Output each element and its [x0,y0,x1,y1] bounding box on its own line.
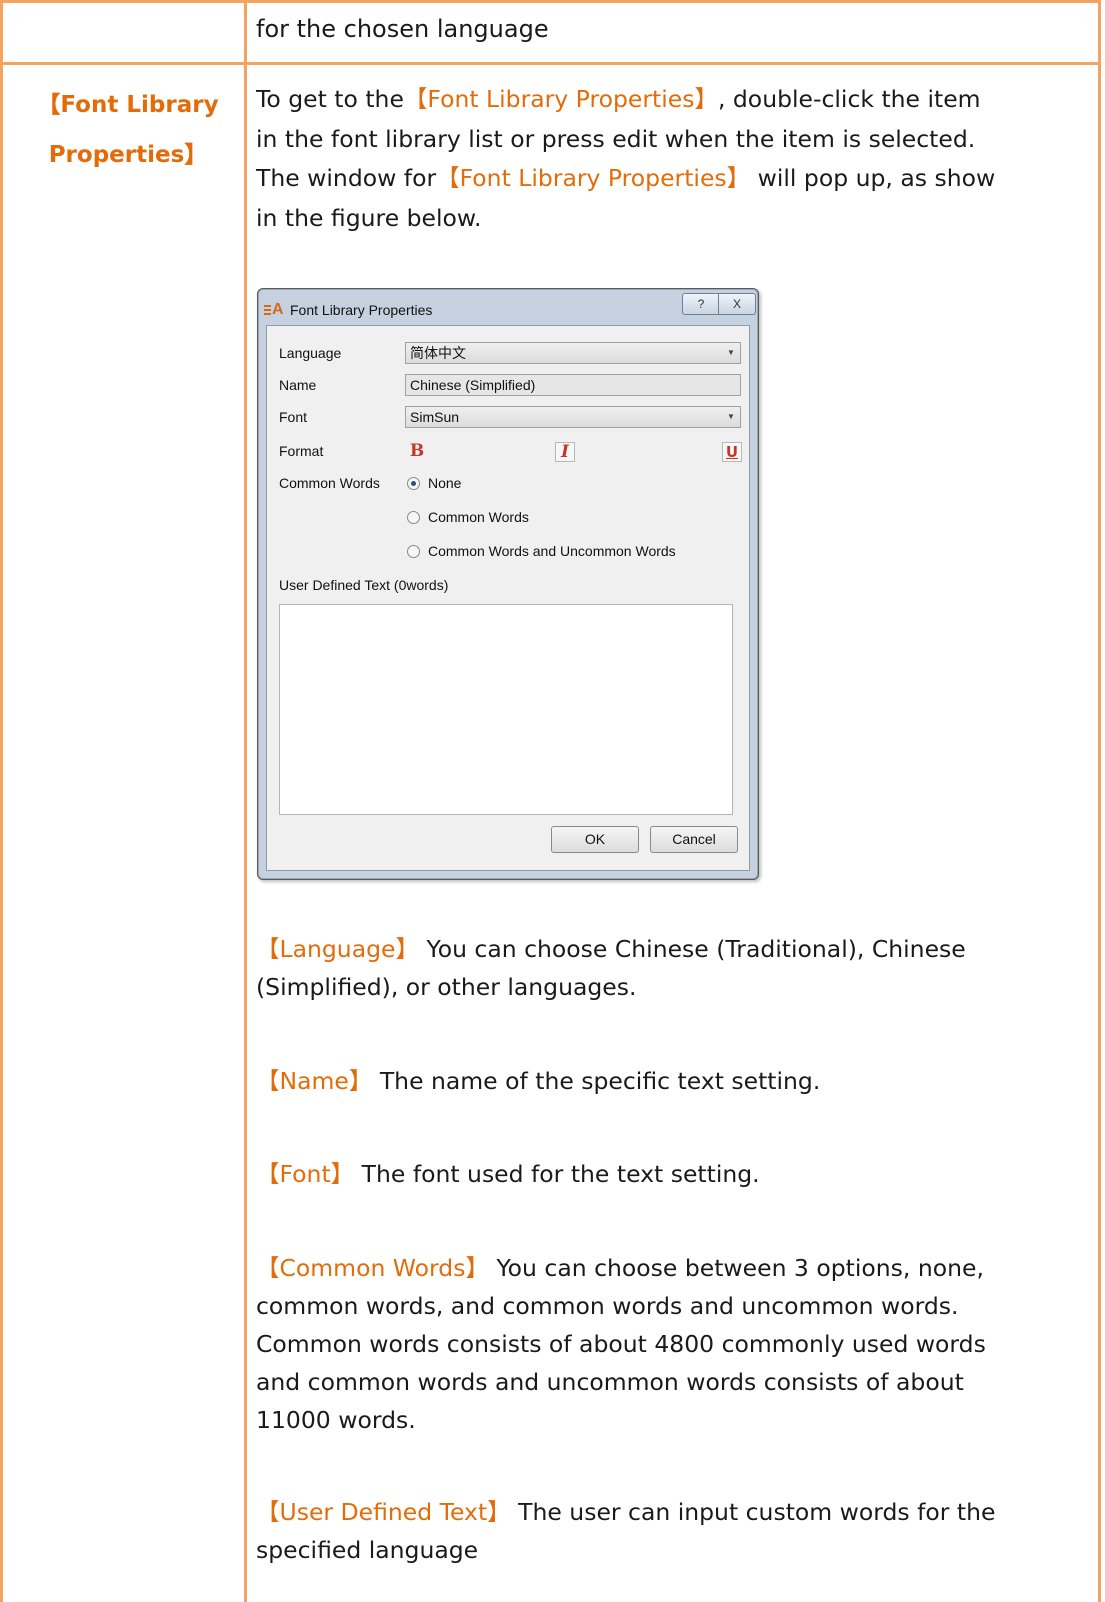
font-library-icon: A [264,301,286,319]
table-row-divider [0,62,1101,65]
name-field[interactable]: Chinese (Simplified) [405,374,741,396]
language-description: 【Language】 You can choose Chinese (Tradi… [256,935,966,1001]
table-column-divider [244,0,247,1602]
dialog-title: Font Library Properties [290,302,433,318]
table-border-top [0,0,1101,3]
term-font: 【Font】 [256,1160,355,1188]
close-button[interactable]: X [718,293,756,315]
term-font-library-properties: 【Font Library Properties】 [403,85,718,113]
format-label: Format [279,443,324,459]
dialog-body: Language 简体中文 ▼ Name Chinese (Simplified… [266,325,750,871]
term-font-library-properties: 【Font Library Properties】 [436,164,751,192]
dialog-title-bar: A Font Library Properties [264,297,432,323]
cancel-button[interactable]: Cancel [650,826,738,853]
term-common-words: 【Common Words】 [256,1254,489,1282]
ok-button[interactable]: OK [551,826,639,853]
term-language: 【Language】 [256,935,419,963]
chevron-down-icon: ▼ [727,348,735,357]
chevron-down-icon: ▼ [727,412,735,421]
user-defined-text-label: User Defined Text (0words) [279,577,449,593]
user-defined-text-area[interactable] [279,604,733,815]
term-user-defined-text: 【User Defined Text】 [256,1498,511,1526]
font-description: 【Font】 The font used for the text settin… [256,1160,760,1188]
font-label: Font [279,409,308,425]
radio-common-and-uncommon-words[interactable]: Common Words and Uncommon Words [407,543,676,559]
common-words-label: Common Words [279,475,380,491]
underline-button[interactable]: U [722,442,742,462]
font-library-properties-dialog: A Font Library Properties ? X Language 简… [257,288,759,880]
radio-icon [407,510,420,524]
radio-icon [407,544,420,558]
radio-selected-icon [407,476,420,490]
italic-button[interactable]: I [555,442,575,462]
help-button[interactable]: ? [682,293,720,315]
table-border-right [1098,0,1101,1602]
name-label: Name [279,377,317,393]
term-name: 【Name】 [256,1067,373,1095]
row-label: 【Font Library Properties】 [37,92,219,168]
radio-common-words[interactable]: Common Words [407,509,529,525]
radio-none[interactable]: None [407,475,461,491]
language-label: Language [279,345,342,361]
language-select[interactable]: 简体中文 ▼ [405,342,741,364]
table-border-left [0,0,3,1602]
user-defined-text-description: 【User Defined Text】 The user can input c… [256,1498,996,1564]
common-words-description: 【Common Words】 You can choose between 3 … [256,1254,986,1434]
font-select[interactable]: SimSun ▼ [405,406,741,428]
previous-row-text: for the chosen language [256,15,549,43]
name-description: 【Name】 The name of the specific text set… [256,1067,821,1095]
intro-paragraph: To get to the【Font Library Properties】, … [256,85,996,232]
bold-button[interactable]: B [407,442,427,462]
